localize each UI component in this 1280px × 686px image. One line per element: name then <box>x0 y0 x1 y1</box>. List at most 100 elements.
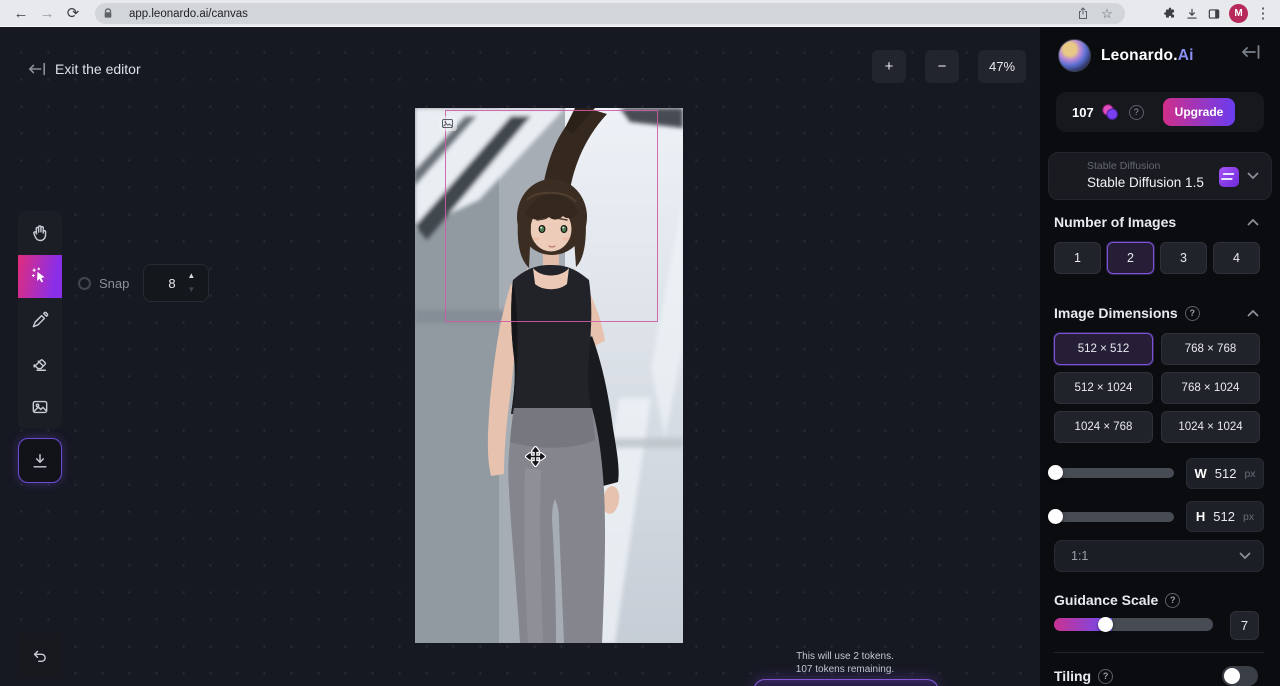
tool-rail <box>18 211 62 429</box>
image-dimensions-title: Image Dimensions ? <box>1054 305 1200 321</box>
width-slider-thumb[interactable] <box>1048 465 1063 480</box>
upgrade-button[interactable]: Upgrade <box>1163 98 1235 126</box>
number-of-images-label: Number of Images <box>1054 214 1176 230</box>
brand-name-main: Leonardo. <box>1101 47 1178 64</box>
sketch-tool[interactable] <box>18 298 62 342</box>
browser-back-icon[interactable]: ← <box>8 0 34 27</box>
token-balance: 107 <box>1072 105 1094 120</box>
width-slider-track[interactable] <box>1054 468 1174 478</box>
height-slider-track[interactable] <box>1054 512 1174 522</box>
guidance-scale-slider-thumb[interactable] <box>1098 617 1113 632</box>
token-usage-line2: 107 tokens remaining. <box>759 663 931 676</box>
browser-reload-icon[interactable]: ⟳ <box>60 0 86 27</box>
lock-icon <box>103 8 123 19</box>
aspect-ratio-dropdown[interactable]: 1:1 <box>1054 540 1264 572</box>
model-selector[interactable]: Stable Diffusion Stable Diffusion 1.5 <box>1048 152 1272 200</box>
aspect-ratio-chevron-down-icon <box>1239 552 1251 560</box>
token-help-icon[interactable]: ? <box>1129 105 1144 120</box>
exit-editor-label: Exit the editor <box>55 61 141 77</box>
num-images-option-4[interactable]: 4 <box>1213 242 1260 274</box>
guidance-scale-value: 7 <box>1241 618 1248 633</box>
leonardo-canvas-app: ← → ⟳ app.leonardo.ai/canvas ☆ M ⋮ <box>0 0 1280 686</box>
width-unit: px <box>1244 468 1255 480</box>
share-icon[interactable] <box>1077 7 1097 20</box>
brand-name: Leonardo.Ai <box>1101 47 1194 65</box>
guidance-scale-value-box[interactable]: 7 <box>1230 611 1259 640</box>
collapse-sidebar-icon[interactable] <box>1240 45 1260 59</box>
number-of-images-collapse-icon[interactable] <box>1247 218 1259 226</box>
url-text: app.leonardo.ai/canvas <box>129 8 1077 20</box>
leonardo-logo-avatar[interactable] <box>1058 39 1091 72</box>
tiling-toggle-knob <box>1224 668 1240 684</box>
browser-toolbar: ← → ⟳ app.leonardo.ai/canvas ☆ M ⋮ <box>0 0 1280 27</box>
browser-forward-icon[interactable]: → <box>34 0 60 27</box>
width-value: 512 <box>1215 466 1237 481</box>
guidance-scale-label: Guidance Scale <box>1054 592 1158 608</box>
dimension-1024x768[interactable]: 1024 × 768 <box>1054 411 1153 443</box>
num-images-option-3[interactable]: 3 <box>1160 242 1207 274</box>
image-dimensions-help-icon[interactable]: ? <box>1185 306 1200 321</box>
downloads-icon[interactable] <box>1185 7 1205 21</box>
bookmark-star-icon[interactable]: ☆ <box>1097 6 1117 22</box>
guidance-scale-title: Guidance Scale ? <box>1054 592 1180 608</box>
height-value-box[interactable]: H 512 px <box>1186 501 1264 532</box>
zoom-level-indicator[interactable]: 47% <box>978 50 1026 83</box>
snap-toggle[interactable] <box>78 277 91 290</box>
generate-button[interactable] <box>753 679 939 686</box>
snap-increment-icon[interactable]: ▲ <box>187 272 195 280</box>
extensions-puzzle-icon[interactable] <box>1163 7 1183 21</box>
dimension-512x512-selected[interactable]: 512 × 512 <box>1054 333 1153 365</box>
tiling-help-icon[interactable]: ? <box>1098 669 1113 684</box>
token-balance-pill: 107 ? Upgrade <box>1056 92 1264 132</box>
height-slider-thumb[interactable] <box>1048 509 1063 524</box>
height-value: 512 <box>1213 509 1235 524</box>
image-dimensions-collapse-icon[interactable] <box>1247 309 1259 317</box>
settings-sidebar: Leonardo.Ai 107 ? Upgrade Stable Diffusi… <box>1040 27 1280 686</box>
token-usage-note: This will use 2 tokens. 107 tokens remai… <box>759 650 931 676</box>
width-label: W <box>1194 466 1206 481</box>
width-value-box[interactable]: W 512 px <box>1186 458 1264 489</box>
model-value: Stable Diffusion 1.5 <box>1087 175 1204 190</box>
dimension-512x1024[interactable]: 512 × 1024 <box>1054 372 1153 404</box>
pan-hand-tool[interactable] <box>18 211 62 255</box>
model-chevron-down-icon[interactable] <box>1247 172 1259 180</box>
snap-label: Snap <box>99 276 129 291</box>
num-images-option-2-selected[interactable]: 2 <box>1107 242 1154 274</box>
image-tool[interactable] <box>18 385 62 429</box>
download-tool[interactable] <box>18 438 62 483</box>
canvas-stage[interactable]: Exit the editor + − 47% <box>0 27 1040 686</box>
dimension-1024x1024[interactable]: 1024 × 1024 <box>1161 411 1260 443</box>
zoom-in-button[interactable]: + <box>872 50 906 83</box>
exit-editor-button[interactable]: Exit the editor <box>28 61 141 77</box>
snap-value-input[interactable]: 8 <box>143 264 209 302</box>
brand-name-suffix: Ai <box>1178 47 1194 64</box>
address-bar[interactable]: app.leonardo.ai/canvas ☆ <box>95 3 1125 24</box>
snap-control: Snap 8 ▲ ▼ <box>78 264 195 302</box>
model-label: Stable Diffusion <box>1087 160 1160 172</box>
snap-value: 8 <box>168 276 175 291</box>
section-divider <box>1054 652 1264 653</box>
eraser-tool[interactable] <box>18 342 62 386</box>
num-images-option-1[interactable]: 1 <box>1054 242 1101 274</box>
browser-profile-avatar[interactable]: M <box>1229 4 1248 23</box>
browser-menu-icon[interactable]: ⋮ <box>1250 0 1276 27</box>
split-screen-icon[interactable] <box>1207 7 1227 21</box>
undo-button[interactable] <box>18 633 62 678</box>
exit-arrow-icon <box>28 62 46 76</box>
canvas-image[interactable] <box>415 108 683 643</box>
height-unit: px <box>1243 511 1254 523</box>
guidance-scale-help-icon[interactable]: ? <box>1165 593 1180 608</box>
height-label: H <box>1196 509 1205 524</box>
dimension-768x1024[interactable]: 768 × 1024 <box>1161 372 1260 404</box>
coins-icon <box>1101 103 1119 121</box>
brand-header: Leonardo.Ai <box>1058 39 1194 72</box>
tiling-toggle[interactable] <box>1222 666 1258 686</box>
dimension-768x768[interactable]: 768 × 768 <box>1161 333 1260 365</box>
aspect-ratio-value: 1:1 <box>1071 549 1239 563</box>
snap-decrement-icon[interactable]: ▼ <box>187 286 195 294</box>
model-badge-icon <box>1219 167 1239 187</box>
select-tool[interactable] <box>18 255 62 299</box>
zoom-out-button[interactable]: − <box>925 50 959 83</box>
token-usage-line1: This will use 2 tokens. <box>759 650 931 663</box>
move-cursor-icon <box>525 446 546 467</box>
